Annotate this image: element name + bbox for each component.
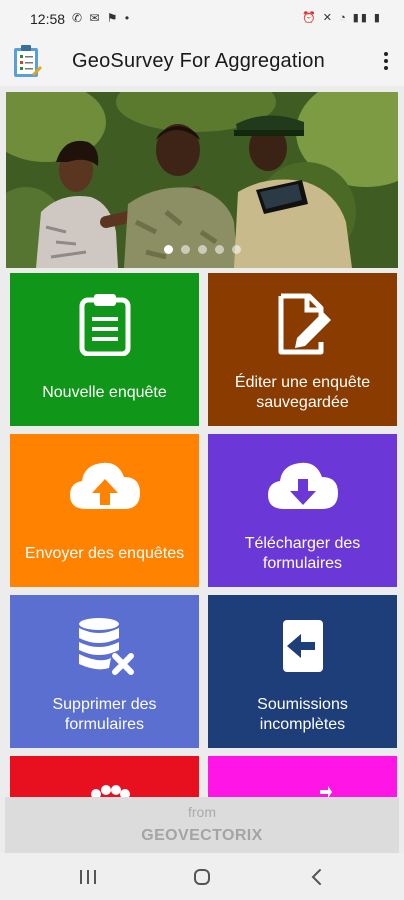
clipboard-icon [10,291,199,357]
download-forms-button[interactable]: Télécharger des formulaires [208,434,397,587]
app-bar: GeoSurvey For Aggregation [0,36,404,86]
partial-icon [318,784,332,797]
system-status-icons: ⏰ ✕ ◔ ▮▮ ▮ [302,12,382,24]
edit-document-icon [208,291,397,357]
system-navigation-bar [0,853,404,900]
notification-icons: ✆ ✉ ⚑ • [72,11,132,25]
home-icon[interactable] [190,865,214,889]
tile-partial-left[interactable] [10,756,199,797]
clipboard-app-icon [12,44,42,78]
database-delete-icon [10,613,199,679]
carousel-dot[interactable] [231,245,241,254]
recents-icon[interactable] [76,865,100,889]
tile-label: Soumissions incomplètes [257,696,348,733]
banner-carousel[interactable] [6,92,398,268]
status-time: 12:58 [30,11,66,27]
partial-icon [90,780,130,797]
carousel-indicators [6,241,398,259]
tile-partial-right[interactable] [208,756,397,797]
carousel-dot[interactable] [163,245,173,254]
tile-label: Télécharger des formulaires [244,535,361,572]
delete-forms-button[interactable]: Supprimer des formulaires [10,595,199,748]
carousel-dot[interactable] [180,245,190,254]
cloud-upload-icon [10,452,199,518]
app-title: GeoSurvey For Aggregation [72,50,325,72]
cloud-download-icon [208,452,397,518]
edit-saved-survey-button[interactable]: Éditer une enquête sauvegardée [208,273,397,426]
footer: from GEOVECTORIX [5,797,399,853]
carousel-dot[interactable] [214,245,224,254]
footer-from-label: from [188,804,216,820]
tile-label: Supprimer des formulaires [52,696,157,733]
tile-label: Nouvelle enquête [42,384,167,401]
carousel-dot[interactable] [197,245,207,254]
back-icon[interactable] [304,865,328,889]
status-bar: 12:58 ✆ ✉ ⚑ • ⏰ ✕ ◔ ▮▮ ▮ [0,0,404,36]
tile-label: Éditer une enquête sauvegardée [234,374,371,411]
exit-door-icon [208,613,397,679]
new-survey-button[interactable]: Nouvelle enquête [10,273,199,426]
send-surveys-button[interactable]: Envoyer des enquêtes [10,434,199,587]
incomplete-submissions-button[interactable]: Soumissions incomplètes [208,595,397,748]
tile-label: Envoyer des enquêtes [24,545,185,562]
footer-brand: GEOVECTORIX [141,827,263,844]
more-vert-icon[interactable] [382,50,390,72]
